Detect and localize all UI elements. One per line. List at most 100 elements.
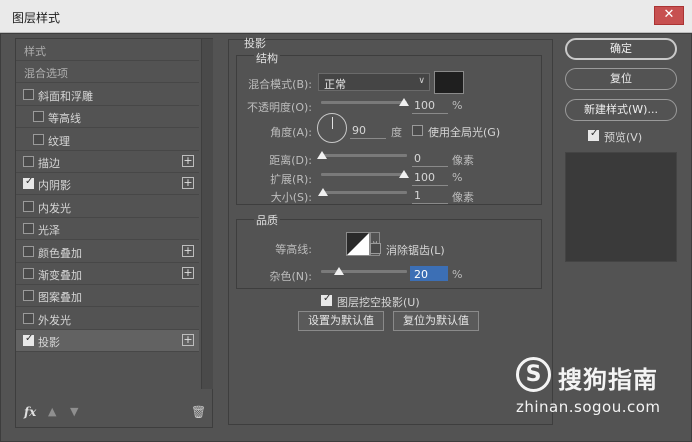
- style-checkbox[interactable]: [23, 245, 34, 257]
- styles-list-item-label: 等高线: [48, 112, 81, 126]
- styles-list: 样式混合选项斜面和浮雕等高线纹理描边 + 内阴影 + 内发光光泽颜色叠加 + 渐变叠加 + 图案…: [15, 38, 213, 428]
- add-style-plus-icon[interactable]: +: [182, 155, 194, 167]
- styles-list-item-label: 光泽: [38, 224, 60, 238]
- styles-list-item[interactable]: 等高线: [16, 106, 199, 129]
- style-checkbox[interactable]: [23, 88, 34, 100]
- noise-unit: %: [452, 268, 463, 281]
- noise-value[interactable]: 20: [414, 268, 428, 281]
- opacity-field-underline: [412, 113, 448, 114]
- styles-list-item[interactable]: 光泽: [16, 218, 199, 241]
- reset-default-button[interactable]: 复位为默认值: [393, 311, 479, 331]
- structure-title: 结构: [254, 50, 280, 66]
- style-checkbox[interactable]: [23, 200, 34, 212]
- antialias-checkbox[interactable]: [370, 243, 381, 254]
- styles-list-item[interactable]: 外发光: [16, 308, 199, 330]
- close-icon: ✕: [663, 7, 675, 22]
- size-slider-track[interactable]: [321, 191, 407, 194]
- angle-dial[interactable]: [317, 113, 347, 143]
- watermark-brand: 搜狗指南: [558, 366, 658, 394]
- antialias-label: 消除锯齿(L): [386, 244, 445, 257]
- distance-slider-thumb[interactable]: [317, 151, 327, 159]
- panel-title: 投影: [244, 37, 266, 50]
- distance-label: 距离(D):: [269, 154, 312, 167]
- styles-list-item[interactable]: 斜面和浮雕: [16, 84, 199, 106]
- styles-list-item[interactable]: 内发光: [16, 196, 199, 218]
- blend-mode-label: 混合模式(B):: [248, 78, 312, 91]
- styles-list-item-label: 斜面和浮雕: [38, 89, 93, 103]
- distance-field-underline: [412, 166, 448, 167]
- noise-slider-thumb[interactable]: [334, 267, 344, 275]
- style-checkbox[interactable]: [33, 111, 44, 123]
- styles-list-item[interactable]: 描边 +: [16, 151, 199, 173]
- add-style-plus-icon[interactable]: +: [182, 267, 194, 279]
- styles-list-item-label: 样式: [24, 45, 46, 58]
- size-slider-thumb[interactable]: [318, 188, 328, 196]
- move-up-icon[interactable]: ▲: [48, 405, 56, 418]
- styles-list-item[interactable]: 渐变叠加 +: [16, 263, 199, 285]
- size-value[interactable]: 1: [414, 189, 421, 202]
- styles-list-item[interactable]: 图案叠加: [16, 285, 199, 308]
- contour-label: 等高线:: [275, 243, 312, 256]
- spread-value[interactable]: 100: [414, 171, 435, 184]
- knockout-checkbox[interactable]: [321, 293, 332, 306]
- styles-list-scrollbar[interactable]: [201, 39, 213, 389]
- styles-list-item-label: 图案叠加: [38, 291, 82, 305]
- styles-list-item[interactable]: 颜色叠加 +: [16, 241, 199, 263]
- spread-slider-thumb[interactable]: [399, 170, 409, 178]
- style-checkbox[interactable]: [23, 176, 34, 190]
- style-checkbox[interactable]: [33, 133, 44, 145]
- make-default-button[interactable]: 设置为默认值: [298, 311, 384, 331]
- size-field-underline: [412, 203, 448, 204]
- ok-button[interactable]: 确定: [565, 38, 677, 60]
- watermark-url: zhinan.sogou.com: [516, 398, 661, 416]
- distance-slider-track[interactable]: [321, 154, 407, 157]
- angle-value[interactable]: 90: [352, 124, 366, 137]
- fx-button[interactable]: fx: [24, 405, 36, 419]
- global-light-label: 使用全局光(G): [428, 126, 501, 139]
- styles-list-item[interactable]: 样式: [16, 39, 199, 61]
- styles-list-items: 样式混合选项斜面和浮雕等高线纹理描边 + 内阴影 + 内发光光泽颜色叠加 + 渐变叠加 + 图案…: [16, 39, 199, 389]
- distance-unit: 像素: [452, 154, 474, 167]
- distance-value[interactable]: 0: [414, 152, 421, 165]
- opacity-value[interactable]: 100: [414, 99, 435, 112]
- style-checkbox[interactable]: [23, 268, 34, 279]
- preview-label: 预览(V): [604, 131, 643, 144]
- chevron-down-icon: ∨: [418, 76, 425, 86]
- styles-list-item[interactable]: 纹理: [16, 129, 199, 151]
- new-style-button[interactable]: 新建样式(W)...: [565, 99, 677, 121]
- add-style-plus-icon[interactable]: +: [182, 177, 194, 190]
- sogou-logo-icon: S: [516, 357, 551, 392]
- style-checkbox[interactable]: [23, 333, 34, 347]
- styles-list-item-label: 描边: [38, 157, 60, 170]
- styles-list-item-label: 外发光: [38, 313, 71, 327]
- trash-icon[interactable]: 🗑: [191, 405, 206, 419]
- opacity-label: 不透明度(O):: [247, 101, 312, 114]
- style-checkbox[interactable]: [23, 156, 34, 167]
- move-down-icon[interactable]: ▼: [70, 405, 78, 418]
- add-style-plus-icon[interactable]: +: [182, 244, 194, 257]
- blend-mode-value: 正常: [324, 78, 346, 91]
- preview-checkbox[interactable]: [588, 128, 599, 141]
- styles-list-item[interactable]: 内阴影 +: [16, 173, 199, 196]
- global-light-checkbox[interactable]: [412, 125, 423, 136]
- opacity-slider-thumb[interactable]: [399, 98, 409, 106]
- styles-list-item[interactable]: 投影 +: [16, 330, 199, 353]
- reset-button[interactable]: 复位: [565, 68, 677, 90]
- styles-list-item-label: 混合选项: [24, 67, 68, 81]
- blend-mode-select[interactable]: 正常 ∨: [318, 73, 430, 91]
- style-checkbox[interactable]: [23, 223, 34, 235]
- styles-list-item-label: 渐变叠加: [38, 269, 82, 282]
- styles-list-item-label: 投影: [38, 336, 60, 350]
- style-checkbox[interactable]: [23, 312, 34, 324]
- style-checkbox[interactable]: [23, 290, 34, 302]
- opacity-slider-track[interactable]: [321, 101, 407, 104]
- add-style-plus-icon[interactable]: +: [182, 334, 194, 347]
- close-button[interactable]: ✕: [654, 6, 684, 25]
- spread-slider-track[interactable]: [321, 173, 407, 176]
- angle-label: 角度(A):: [270, 126, 312, 139]
- shadow-color-swatch[interactable]: [434, 71, 464, 94]
- opacity-unit: %: [452, 99, 463, 112]
- styles-list-item-label: 纹理: [48, 134, 70, 148]
- contour-picker[interactable]: [346, 232, 370, 256]
- styles-list-item[interactable]: 混合选项: [16, 61, 199, 84]
